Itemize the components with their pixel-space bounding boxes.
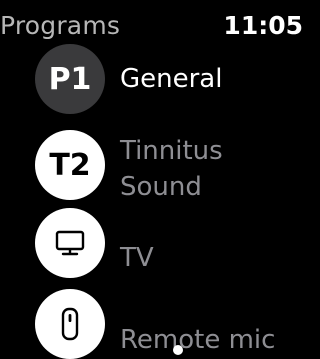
screen-title: Programs xyxy=(0,11,121,40)
remote-mic-badge xyxy=(35,289,105,359)
page-indicator-dot xyxy=(173,345,183,355)
program-item-tinnitus-sound[interactable]: T2 Tinnitus Sound xyxy=(35,126,303,202)
program-item-general[interactable]: P1 General xyxy=(35,40,303,114)
program-label-general: General xyxy=(120,64,223,94)
program-item-remote-mic[interactable]: Remote mic xyxy=(35,285,303,359)
status-bar: Programs 11:05 xyxy=(0,0,303,44)
program-badge-t2: T2 xyxy=(35,130,105,200)
program-label-tinnitus-line2: Sound xyxy=(120,172,202,202)
program-list: P1 General T2 Tinnitus Sound TV Remote m… xyxy=(0,0,303,359)
tv-icon xyxy=(55,230,85,256)
remote-mic-icon xyxy=(61,307,79,341)
program-label-tv: TV xyxy=(120,243,154,273)
program-label-tinnitus-line1: Tinnitus xyxy=(120,136,223,166)
program-item-tv[interactable]: TV xyxy=(35,204,303,278)
program-label-remote-mic: Remote mic xyxy=(120,325,276,355)
program-badge-p1: P1 xyxy=(35,44,105,114)
clock: 11:05 xyxy=(223,11,303,40)
tv-badge xyxy=(35,208,105,278)
